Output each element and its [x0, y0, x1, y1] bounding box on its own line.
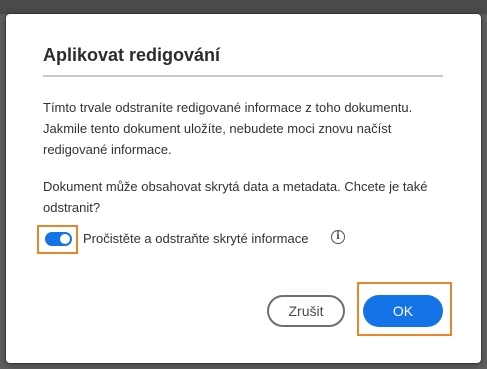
background-strip	[0, 0, 487, 14]
cancel-button[interactable]: Zrušit	[267, 295, 345, 327]
ok-button[interactable]: OK	[363, 295, 443, 327]
dialog-message-warning: Tímto trvale odstraníte redigované infor…	[43, 100, 413, 157]
dialog-message-hidden-data: Dokument může obsahovat skrytá data a me…	[43, 179, 428, 215]
sanitize-toggle-label[interactable]: Pročistěte a odstraňte skryté informace	[83, 231, 308, 246]
sanitize-toggle[interactable]	[45, 232, 72, 246]
title-divider	[43, 75, 443, 77]
info-icon[interactable]: i	[331, 230, 345, 244]
toggle-knob	[60, 234, 70, 244]
apply-redaction-dialog: Aplikovat redigování Tímto trvale odstra…	[6, 14, 481, 363]
dialog-title: Aplikovat redigování	[43, 45, 221, 65]
